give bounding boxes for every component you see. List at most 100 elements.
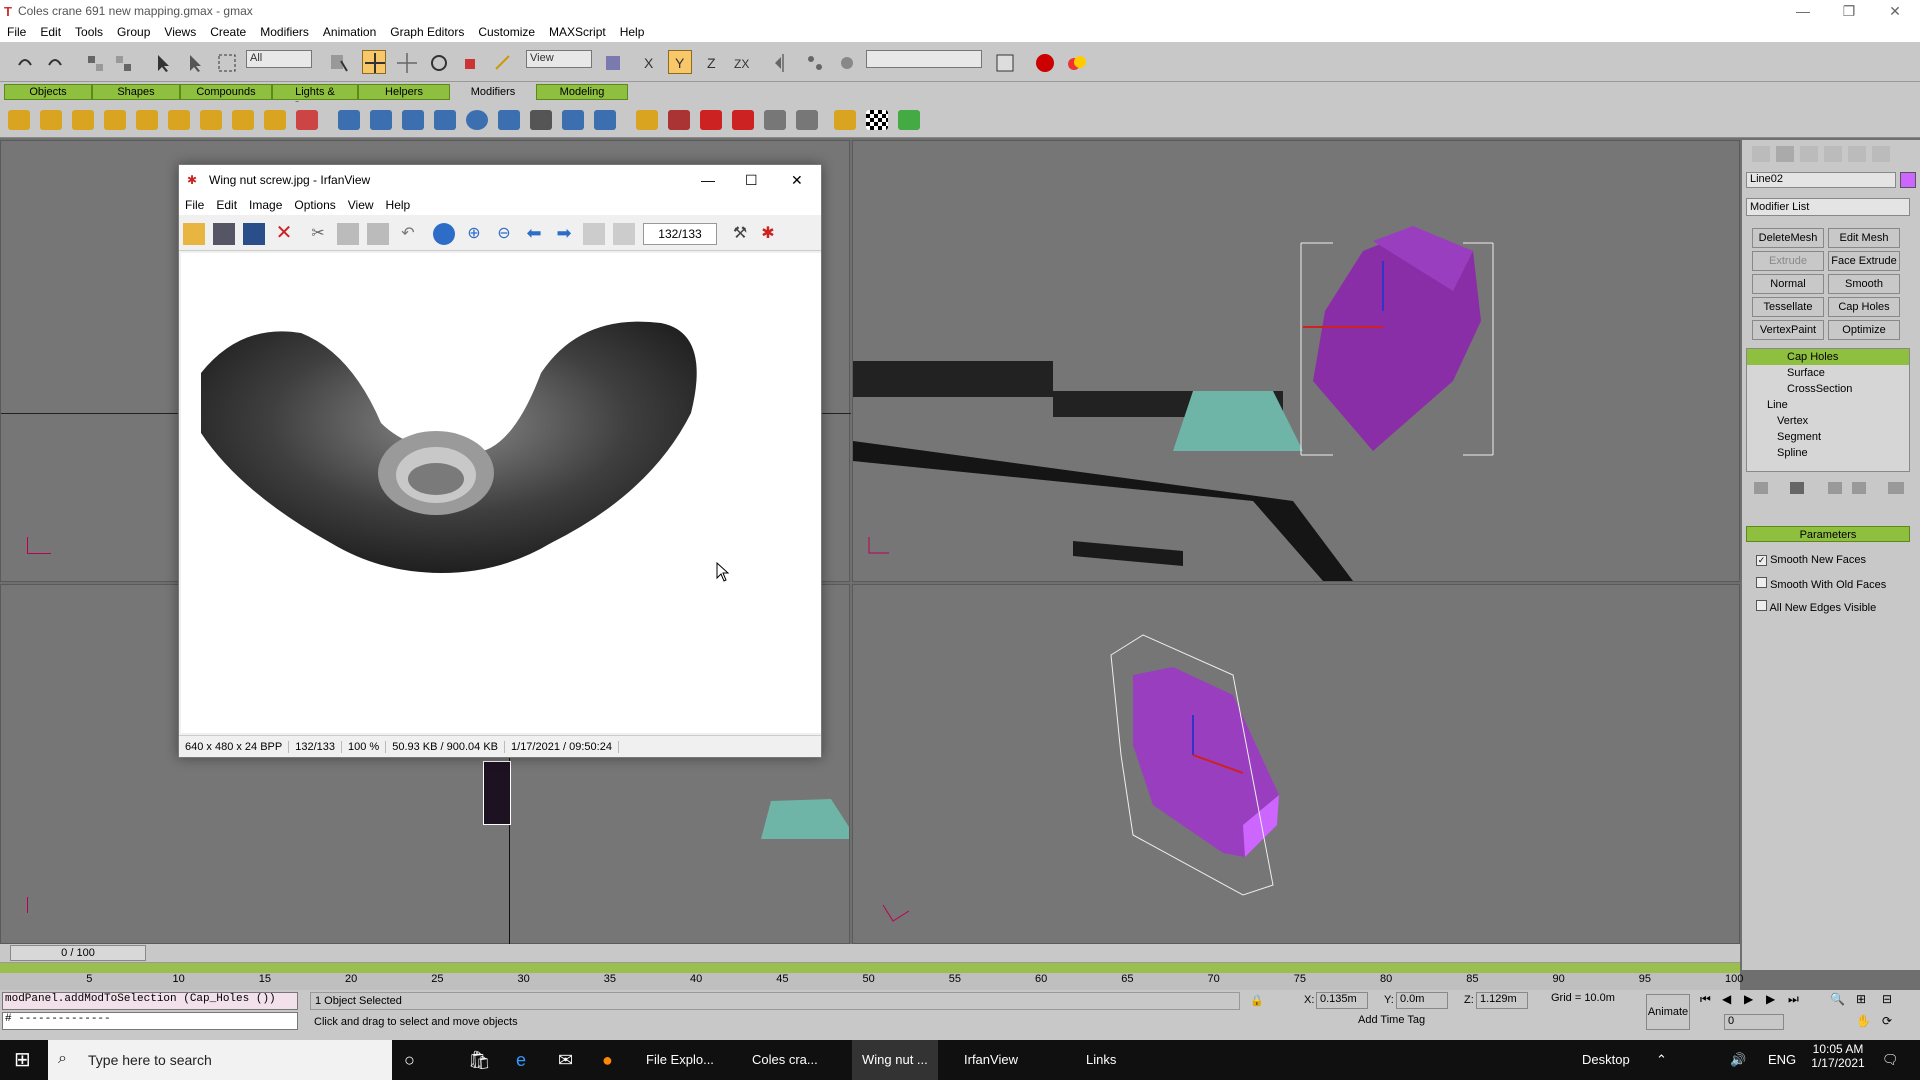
unlink-icon[interactable]: [110, 50, 134, 74]
taskbar-app-gmax[interactable]: Coles cra...: [752, 1040, 818, 1080]
scale-icon[interactable]: [458, 50, 482, 74]
uvw-xform-icon[interactable]: [370, 110, 392, 130]
irfan-minimize-button[interactable]: —: [701, 165, 715, 195]
ffd-icon[interactable]: [264, 110, 286, 130]
irfan-menu-options[interactable]: Options: [288, 198, 341, 212]
checkbox[interactable]: [1756, 600, 1767, 611]
pan-icon[interactable]: ✋: [1856, 1014, 1871, 1028]
slideshow-icon[interactable]: [213, 223, 235, 245]
smooth-button[interactable]: Smooth: [1828, 274, 1900, 294]
goto-end-icon[interactable]: ⏭: [1788, 992, 1799, 1007]
axis-y-icon[interactable]: Y: [668, 50, 692, 74]
optimize-button[interactable]: Optimize: [1828, 320, 1900, 340]
cap-holes-icon[interactable]: [732, 110, 754, 130]
create-tab-icon[interactable]: [1752, 146, 1770, 162]
parameters-rollout[interactable]: Parameters: [1746, 526, 1910, 542]
start-icon[interactable]: ⊞: [14, 1040, 31, 1080]
reference-coord-dropdown[interactable]: View: [526, 50, 592, 68]
optimize-icon[interactable]: [636, 110, 658, 130]
settings-icon[interactable]: ⚒: [729, 223, 751, 245]
z-coordinate-field[interactable]: 1.129m: [1476, 992, 1528, 1009]
align-icon[interactable]: [834, 50, 858, 74]
close-button[interactable]: ✕: [1872, 0, 1918, 22]
vertex-color-icon[interactable]: [898, 110, 920, 130]
play-icon[interactable]: ▶: [1744, 992, 1753, 1006]
axis-z-icon[interactable]: Z: [700, 50, 724, 74]
modifier-stack[interactable]: Cap Holes Surface CrossSection Line Vert…: [1746, 348, 1910, 472]
taskbar-desktop-toolbar[interactable]: Desktop: [1582, 1040, 1630, 1080]
clock[interactable]: 10:05 AM 1/17/2021: [1806, 1042, 1870, 1070]
menu-animation[interactable]: Animation: [316, 25, 383, 39]
irfan-menu-help[interactable]: Help: [380, 198, 417, 212]
menu-file[interactable]: File: [0, 25, 33, 39]
viewport-top-right[interactable]: [852, 140, 1740, 582]
bend-icon[interactable]: [8, 110, 30, 130]
minimize-button[interactable]: —: [1780, 0, 1826, 22]
copy-icon[interactable]: [337, 223, 359, 245]
patch-icon[interactable]: [594, 110, 616, 130]
task-view-icon[interactable]: ○: [404, 1040, 415, 1080]
time-slider-thumb[interactable]: 0 / 100: [10, 945, 146, 961]
axis-x-icon[interactable]: X: [638, 50, 662, 74]
configure-modifier-icon[interactable]: [1888, 482, 1904, 494]
mail-icon[interactable]: ✉: [558, 1040, 573, 1080]
irfan-menu-image[interactable]: Image: [243, 198, 288, 212]
open-folder-icon[interactable]: [183, 223, 205, 245]
cylinder-icon[interactable]: [498, 110, 520, 130]
option-smooth-new-faces[interactable]: ✓ Smooth New Faces: [1756, 554, 1866, 566]
viewport-perspective[interactable]: [852, 584, 1740, 944]
taskbar-search-box[interactable]: Type here to search: [48, 1040, 392, 1080]
option-smooth-with-old-faces[interactable]: Smooth With Old Faces: [1756, 577, 1886, 591]
undo-icon[interactable]: [12, 50, 36, 74]
tab-shapes[interactable]: Shapes: [92, 84, 180, 100]
stack-item-surface[interactable]: Surface: [1747, 365, 1909, 381]
menu-edit[interactable]: Edit: [33, 25, 68, 39]
previous-icon[interactable]: ⬅: [523, 223, 545, 245]
axis-zx-icon[interactable]: ZX: [732, 50, 756, 74]
irfan-menu-view[interactable]: View: [342, 198, 380, 212]
menu-create[interactable]: Create: [203, 25, 253, 39]
lattice-icon[interactable]: [232, 110, 254, 130]
menu-maxscript[interactable]: MAXScript: [542, 25, 613, 39]
meshsmooth-icon[interactable]: [668, 110, 690, 130]
last-page-icon[interactable]: [613, 223, 635, 245]
modify-tab-icon[interactable]: [1776, 146, 1794, 162]
menu-group[interactable]: Group: [110, 25, 157, 39]
redo-icon[interactable]: [42, 50, 66, 74]
option-all-new-edges-visible[interactable]: All New Edges Visible: [1756, 600, 1876, 614]
add-time-tag-button[interactable]: Add Time Tag: [1358, 1014, 1448, 1031]
track-bar[interactable]: 5 10 15 20 25 30 35 40 45 50 55 60 65 70 75 80 85 90 95 100: [0, 962, 1743, 990]
stack-item-spline[interactable]: Spline: [1747, 445, 1909, 461]
tessellate-icon[interactable]: [700, 110, 722, 130]
make-unique-icon[interactable]: [1828, 482, 1842, 494]
taskbar-app-irfanview[interactable]: IrfanView: [964, 1040, 1018, 1080]
first-page-icon[interactable]: [583, 223, 605, 245]
mirror-icon[interactable]: [770, 50, 794, 74]
irfan-menu-edit[interactable]: Edit: [210, 198, 243, 212]
undo-icon[interactable]: ↶: [397, 223, 419, 245]
irfan-maximize-button[interactable]: ☐: [745, 165, 758, 195]
notification-icon[interactable]: 🗨: [1882, 1040, 1899, 1080]
pivot-center-icon[interactable]: [600, 50, 624, 74]
tab-modeling[interactable]: Modeling: [536, 84, 628, 100]
normal-button[interactable]: Normal: [1752, 274, 1824, 294]
zoom-out-icon[interactable]: ⊖: [493, 223, 515, 245]
edit-mesh-button[interactable]: Edit Mesh: [1828, 228, 1900, 248]
unwrap-icon[interactable]: [402, 110, 424, 130]
stack-item-line[interactable]: Line: [1747, 397, 1909, 413]
zoom-icon[interactable]: 🔍: [1830, 992, 1845, 1006]
material-icon[interactable]: [834, 110, 856, 130]
menu-help[interactable]: Help: [613, 25, 652, 39]
face-extrude-button[interactable]: Face Extrude: [1828, 251, 1900, 271]
spline-icon[interactable]: [796, 110, 818, 130]
time-slider[interactable]: 0 / 100: [0, 944, 1740, 962]
uvw-map-icon[interactable]: [338, 110, 360, 130]
tessellate-button[interactable]: Tessellate: [1752, 297, 1824, 317]
next-icon[interactable]: ➡: [553, 223, 575, 245]
object-color-swatch[interactable]: [1900, 172, 1916, 188]
paste-icon[interactable]: [367, 223, 389, 245]
stack-item-crosssection[interactable]: CrossSection: [1747, 381, 1909, 397]
stack-item-cap-holes[interactable]: Cap Holes: [1747, 349, 1909, 365]
rotate-icon-2[interactable]: [426, 50, 450, 74]
material-editor-icon[interactable]: [1064, 50, 1088, 74]
